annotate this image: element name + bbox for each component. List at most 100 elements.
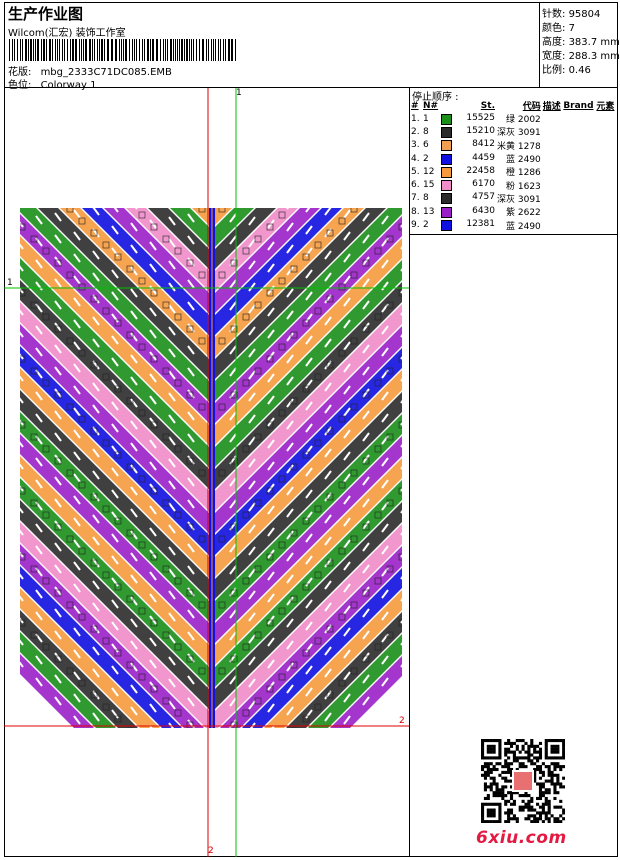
- row-element: [595, 112, 616, 125]
- row-code: 米黄 1278: [497, 141, 541, 152]
- row-stitches: 12381: [440, 218, 496, 232]
- row-desc: [542, 112, 563, 125]
- row-code: 绿 2002: [506, 115, 541, 126]
- row-stitches: 4459: [440, 152, 496, 165]
- row-stitches: 22458: [440, 165, 496, 178]
- row-needle: 2: [423, 153, 429, 164]
- row-desc: [542, 139, 563, 152]
- stat-scale: 比例: 0.46: [542, 65, 591, 76]
- color-swatch: [441, 166, 452, 178]
- row-desc: [542, 178, 563, 191]
- col-desc: 描述: [542, 102, 561, 112]
- color-row: 7. 8 4757 深灰 3091: [410, 192, 616, 205]
- color-row: 6. 15 6170 粉 1623: [410, 178, 616, 192]
- row-stitches: 15210: [440, 125, 496, 138]
- axis-label-left: 1: [7, 278, 13, 288]
- row-brand: [562, 152, 595, 165]
- row-stitches: 6430: [440, 205, 496, 218]
- stats-panel: 针数: 95804 颜色: 7 高度: 383.7 mm 宽度: 288.3 m…: [540, 2, 620, 88]
- row-stitches: 6170: [440, 178, 496, 192]
- row-element: [595, 125, 616, 138]
- color-row: 3. 6 8412 米黄 1278: [410, 139, 616, 152]
- col-code: 代码: [522, 102, 541, 112]
- color-sequence-panel: 停止顺序 : # N# St. 代码 描述 Brand 元素 1. 1 15525 绿…: [410, 88, 618, 857]
- color-swatch: [441, 206, 452, 218]
- row-desc: [542, 152, 563, 165]
- stat-stitches: 针数: 95804: [542, 9, 601, 20]
- color-row: 2. 8 15210 深灰 3091: [410, 125, 616, 139]
- row-brand: [562, 139, 595, 152]
- color-row: 9. 2 12381 蓝 2490: [410, 218, 616, 232]
- row-brand: [562, 112, 595, 125]
- row-element: [595, 139, 616, 152]
- col-stitches: St.: [480, 100, 495, 111]
- row-brand: [562, 218, 595, 231]
- color-swatch: [441, 193, 452, 205]
- row-code: 粉 1623: [506, 181, 541, 192]
- color-table: # N# St. 代码 描述 Brand 元素 1. 1 15525 绿 2002 2.…: [410, 99, 616, 232]
- row-element: [595, 192, 616, 205]
- row-element: [595, 218, 616, 231]
- row-desc: [542, 125, 563, 138]
- row-code: 蓝 2490: [506, 155, 541, 166]
- row-needle: 1: [423, 113, 429, 124]
- row-needle: 12: [423, 166, 435, 177]
- axis-label-right: 2: [399, 716, 405, 726]
- row-element: [595, 205, 616, 218]
- row-index: 5.: [411, 166, 420, 177]
- color-swatch: [441, 140, 452, 152]
- header-info: 生产作业图 Wilcom(汇宏) 装饰工作室 花版: mbg_2333C71DC…: [4, 2, 540, 91]
- color-table-header: # N# St. 代码 描述 Brand 元素: [410, 99, 616, 113]
- stat-colors: 颜色: 7: [542, 23, 575, 34]
- studio-name: Wilcom(汇宏) 装饰工作室: [8, 28, 126, 39]
- col-element: 元素: [596, 102, 615, 112]
- embroidery-design-canvas: [4, 88, 409, 857]
- color-swatch: [441, 126, 452, 138]
- col-brand: Brand: [563, 100, 594, 111]
- stat-height: 高度: 383.7 mm: [542, 37, 620, 48]
- color-row: 8. 13 6430 紫 2622: [410, 205, 616, 219]
- row-stitches: 8412: [440, 139, 496, 152]
- row-desc: [542, 192, 563, 205]
- row-code: 深灰 3091: [497, 194, 541, 205]
- row-desc: [542, 218, 563, 231]
- embroidery-preview: 1 1 2 2: [4, 88, 410, 857]
- panel-divider: [410, 234, 618, 235]
- row-needle: 2: [423, 220, 429, 231]
- row-index: 1.: [411, 113, 420, 124]
- color-swatch: [441, 220, 452, 232]
- color-swatch: [441, 113, 452, 125]
- row-brand: [562, 165, 595, 178]
- stat-width: 宽度: 288.3 mm: [542, 51, 620, 62]
- barcode-image: [9, 39, 236, 61]
- row-code: 橙 1286: [506, 168, 541, 179]
- row-desc: [542, 165, 563, 178]
- row-code: 蓝 2490: [506, 221, 541, 232]
- color-swatch: [441, 180, 452, 192]
- row-index: 9.: [411, 220, 420, 231]
- row-index: 6.: [411, 180, 420, 191]
- row-code: 紫 2622: [506, 208, 541, 219]
- row-needle: 13: [423, 206, 435, 217]
- row-desc: [542, 205, 563, 218]
- row-brand: [562, 178, 595, 191]
- row-needle: 6: [423, 140, 429, 151]
- row-index: 3.: [411, 140, 420, 151]
- row-element: [595, 178, 616, 191]
- row-needle: 8: [423, 126, 429, 137]
- row-brand: [562, 125, 595, 138]
- axis-label-top: 1: [236, 88, 242, 98]
- row-brand: [562, 205, 595, 218]
- color-row: 4. 2 4459 蓝 2490: [410, 152, 616, 166]
- watermark-logo: 6xiu.com: [476, 828, 567, 848]
- row-element: [595, 165, 616, 178]
- row-brand: [562, 192, 595, 205]
- qr-code-image: [481, 739, 565, 823]
- row-stitches: 15525: [440, 112, 496, 125]
- col-needle: N#: [423, 100, 439, 111]
- color-row: 1. 1 15525 绿 2002: [410, 112, 616, 126]
- col-index: #: [411, 100, 419, 111]
- page-title: 生产作业图: [8, 5, 84, 23]
- row-needle: 15: [423, 180, 435, 191]
- row-needle: 8: [423, 193, 429, 204]
